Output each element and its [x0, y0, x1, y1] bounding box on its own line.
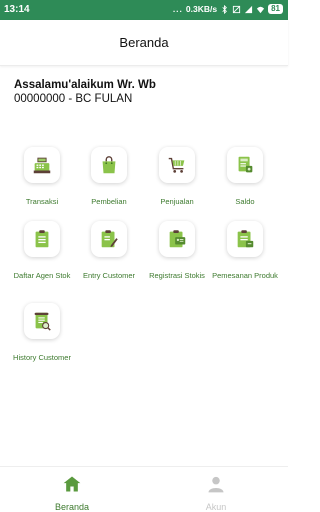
menu-tile[interactable] — [24, 221, 60, 257]
bottom-navigation: Beranda Akun — [0, 466, 288, 512]
menu-item-pemesanan-produk[interactable]: Pemesanan Produk — [210, 221, 280, 280]
cash-register-icon — [33, 157, 51, 174]
menu-label: Registrasi Stokis — [149, 271, 205, 280]
menu-tile[interactable] — [227, 147, 263, 183]
menu-item-history-customer[interactable]: History Customer — [7, 303, 77, 362]
nav-label-beranda: Beranda — [54, 502, 90, 512]
account-text: 00000000 - BC FULAN — [14, 93, 133, 105]
menu-label: Penjualan — [160, 197, 194, 206]
wallet-icon — [238, 156, 253, 173]
shopping-cart-icon — [168, 157, 185, 173]
clipboard-list-icon — [35, 230, 49, 248]
clipboard-order-icon — [237, 230, 254, 248]
menu-label: Daftar Agen Stok — [13, 271, 71, 280]
menu-label: Transaksi — [25, 197, 59, 206]
menu-tile[interactable] — [159, 221, 195, 257]
menu-item-pembelian[interactable]: Pembelian — [74, 147, 144, 206]
wifi-icon — [256, 6, 265, 13]
notification-dots: ... — [172, 4, 183, 14]
menu-tile[interactable] — [91, 147, 127, 183]
home-icon — [63, 476, 81, 492]
nav-label-akun: Akun — [205, 502, 227, 512]
menu-tile[interactable] — [159, 147, 195, 183]
menu-tile[interactable] — [24, 147, 60, 183]
menu-label: Saldo — [235, 197, 255, 206]
mute-icon — [232, 5, 241, 13]
nav-tab-beranda[interactable]: Beranda — [0, 467, 144, 512]
app-bar: Beranda — [0, 20, 288, 66]
menu-label: History Customer — [13, 353, 71, 362]
user-icon — [208, 476, 224, 493]
menu-item-entry-customer[interactable]: Entry Customer — [74, 221, 144, 280]
menu-item-daftar-agen-stok[interactable]: Daftar Agen Stok — [7, 221, 77, 280]
menu-label: Entry Customer — [82, 271, 136, 280]
menu-label: Pemesanan Produk — [212, 271, 278, 280]
signal-icon — [244, 5, 253, 13]
menu-item-registrasi-stokis[interactable]: Registrasi Stokis — [142, 221, 212, 280]
status-bar: 13:14 ... 0.3KB/s 81 — [0, 0, 288, 20]
page-title: Beranda — [119, 35, 169, 50]
shopping-bag-icon — [102, 156, 116, 174]
menu-tile[interactable] — [227, 221, 263, 257]
network-speed: 0.3KB/s — [185, 4, 218, 14]
menu-item-transaksi[interactable]: Transaksi — [7, 147, 77, 206]
battery-indicator: 81 — [268, 4, 283, 14]
clipboard-edit-icon — [101, 230, 118, 248]
status-icons: ... 0.3KB/s 81 — [173, 4, 283, 14]
menu-item-penjualan[interactable]: Penjualan — [142, 147, 212, 206]
id-card-icon — [169, 230, 186, 248]
menu-tile[interactable] — [24, 303, 60, 339]
bluetooth-icon — [222, 4, 228, 14]
menu-tile[interactable] — [91, 221, 127, 257]
menu-label: Pembelian — [91, 197, 127, 206]
greeting-text: Assalamu'alaikum Wr. Wb — [14, 79, 156, 91]
menu-item-saldo[interactable]: Saldo — [210, 147, 280, 206]
status-time: 13:14 — [4, 4, 30, 15]
history-scroll-icon — [34, 312, 51, 331]
nav-tab-akun[interactable]: Akun — [144, 467, 288, 512]
